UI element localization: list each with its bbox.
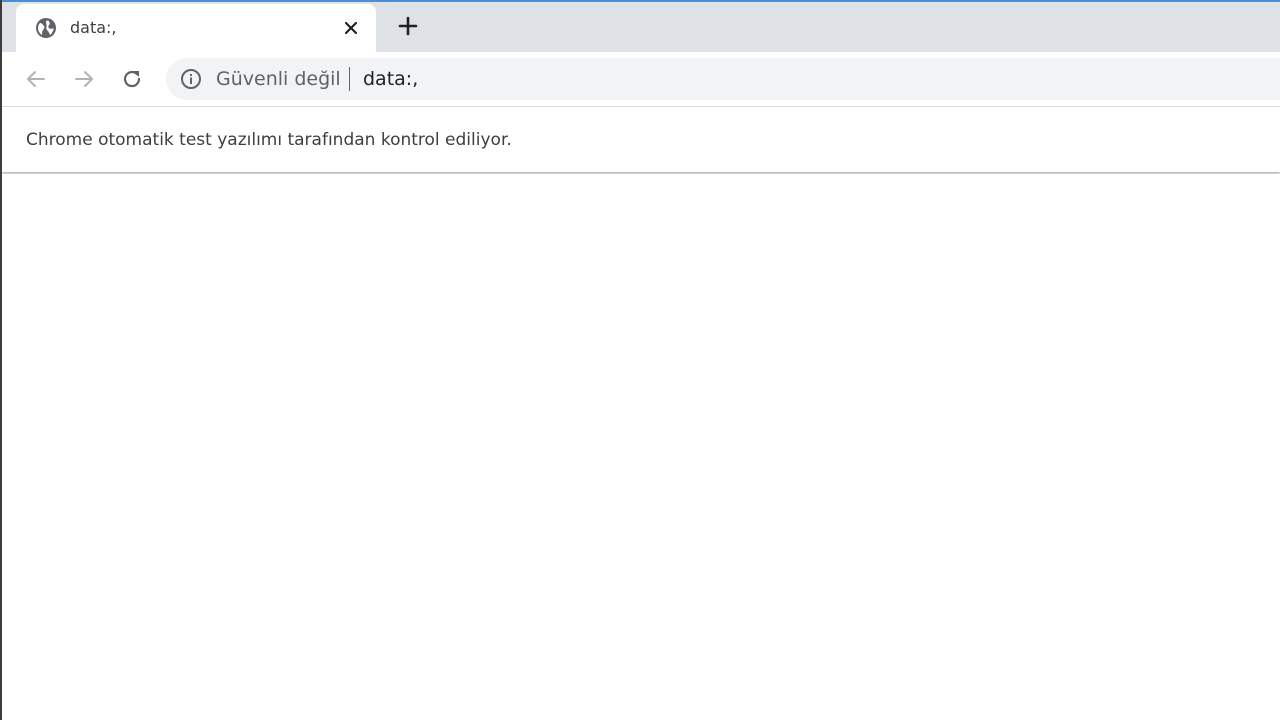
toolbar: Güvenli değil data:, <box>2 52 1280 107</box>
url-text[interactable]: data:, <box>363 68 418 90</box>
info-icon[interactable] <box>180 68 202 90</box>
tab-active[interactable]: data:, <box>16 4 376 52</box>
tab-strip: data:, <box>2 2 1280 52</box>
infobar-message: Chrome otomatik test yazılımı tarafından… <box>26 130 512 150</box>
arrow-forward-icon[interactable] <box>69 64 99 94</box>
globe-icon <box>35 17 57 39</box>
address-bar[interactable]: Güvenli değil data:, <box>166 58 1280 100</box>
arrow-back-icon[interactable] <box>21 64 51 94</box>
plus-icon[interactable] <box>394 12 422 40</box>
browser-window: data:, Güvenli değil data:, Chrome otoma… <box>0 0 1280 720</box>
close-icon[interactable] <box>339 16 363 40</box>
reload-icon[interactable] <box>117 64 147 94</box>
tab-title: data:, <box>70 18 117 37</box>
omnibox-separator <box>349 67 350 91</box>
security-status-label[interactable]: Güvenli değil <box>216 68 341 90</box>
automation-infobar: Chrome otomatik test yazılımı tarafından… <box>2 107 1280 172</box>
page-content <box>2 174 1280 720</box>
